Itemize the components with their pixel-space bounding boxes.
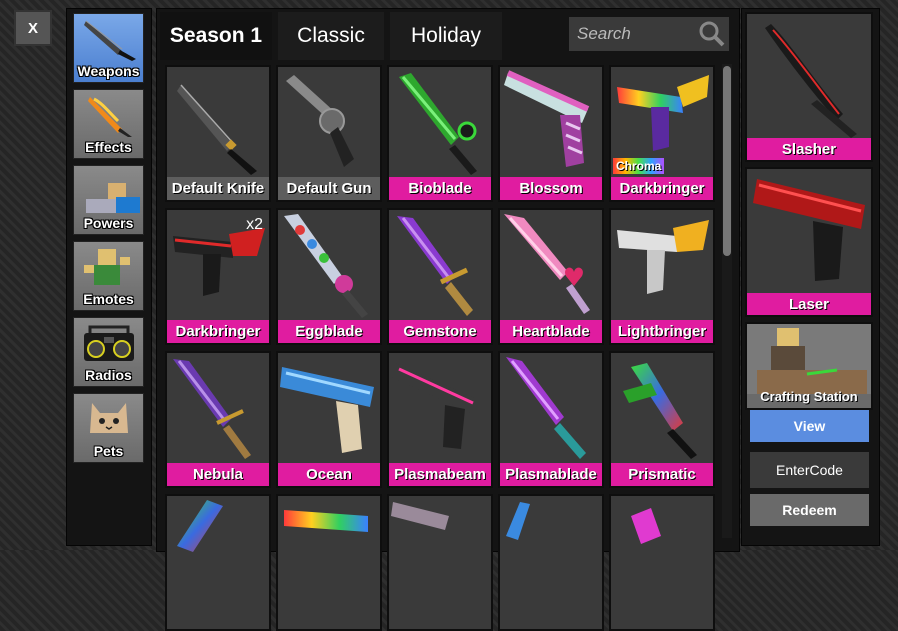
powers-icon	[86, 183, 140, 213]
rainbow-blade-icon	[177, 500, 223, 552]
category-label: Radios	[85, 367, 132, 383]
eggblade-icon	[284, 214, 368, 318]
rainbow-knife-icon	[284, 510, 368, 532]
item-card[interactable]: Eggblade	[276, 208, 382, 345]
item-name: Heartblade	[500, 320, 602, 343]
crafting-station-card[interactable]: Crafting Station	[745, 322, 873, 410]
plasmabeam-gun-icon	[391, 363, 477, 449]
item-card[interactable]: Default Knife	[165, 65, 271, 202]
lightbringer-gun-icon	[617, 220, 709, 294]
item-name: Nebula	[167, 463, 269, 486]
close-button[interactable]: X	[14, 10, 52, 46]
crafting-station-icon	[747, 324, 871, 394]
category-weapons[interactable]: Weapons	[73, 13, 144, 83]
item-name: Darkbringer	[167, 320, 269, 343]
equipped-gun-card[interactable]: Laser	[745, 167, 873, 317]
item-card[interactable]: Gemstone	[387, 208, 493, 345]
item-name: Plasmablade	[500, 463, 602, 486]
tab-holiday[interactable]: Holiday	[390, 12, 502, 60]
item-card[interactable]: Lightbringer	[609, 208, 715, 345]
category-label: Powers	[83, 215, 134, 231]
item-name: Ocean	[278, 463, 380, 486]
laser-gun-icon	[753, 179, 865, 281]
item-card[interactable]: Blossom	[498, 65, 604, 202]
search-input[interactable]	[569, 17, 695, 51]
category-powers[interactable]: Powers	[73, 165, 144, 235]
item-name: Lightbringer	[611, 320, 713, 343]
emote-figure-icon	[84, 249, 130, 285]
redeem-button[interactable]: Redeem	[750, 494, 869, 526]
item-name: Default Knife	[167, 177, 269, 200]
item-card[interactable]: Default Gun	[276, 65, 382, 202]
item-card[interactable]: Prismatic	[609, 351, 715, 488]
enter-code-field[interactable]: EnterCode	[750, 452, 869, 488]
item-card[interactable]	[165, 494, 271, 631]
equipped-knife-card[interactable]: Slasher	[745, 12, 873, 162]
fire-knife-icon	[88, 97, 132, 137]
item-card[interactable]: Chroma Darkbringer	[609, 65, 715, 202]
gray-blade-icon	[391, 502, 449, 530]
item-card[interactable]: Plasmablade	[498, 351, 604, 488]
category-label: Pets	[93, 443, 124, 459]
heartblade-icon	[504, 214, 590, 314]
boombox-icon	[84, 325, 134, 361]
item-name: Eggblade	[278, 320, 380, 343]
item-card[interactable]: x2 Darkbringer	[165, 208, 271, 345]
item-name: Plasmabeam	[389, 463, 491, 486]
inventory-scrollbar[interactable]	[722, 64, 732, 538]
knife-icon	[177, 84, 257, 175]
item-name: Gemstone	[389, 320, 491, 343]
rainbow-sword-icon	[631, 508, 661, 544]
nebula-sword-icon	[173, 359, 251, 459]
tab-season-1[interactable]: Season 1	[160, 12, 272, 60]
prismatic-blade-icon	[623, 363, 697, 459]
cat-pet-icon	[90, 403, 128, 433]
item-count: x2	[246, 216, 263, 233]
revolver-icon	[286, 75, 354, 167]
tab-classic[interactable]: Classic	[278, 12, 384, 60]
item-name: Blossom	[500, 177, 602, 200]
bioblade-icon	[399, 73, 477, 175]
ice-blade-icon	[506, 502, 530, 540]
item-name: Prismatic	[611, 463, 713, 486]
plasmablade-icon	[506, 357, 586, 459]
category-label: Emotes	[83, 291, 134, 307]
item-card[interactable]	[609, 494, 715, 631]
item-card[interactable]	[276, 494, 382, 631]
equipped-knife-name: Slasher	[747, 138, 871, 160]
search-icon[interactable]	[698, 20, 726, 48]
item-name: Bioblade	[389, 177, 491, 200]
category-radios[interactable]: Radios	[73, 317, 144, 387]
category-emotes[interactable]: Emotes	[73, 241, 144, 311]
category-label: Weapons	[77, 63, 140, 79]
view-button[interactable]: View	[750, 410, 869, 442]
item-name: Darkbringer	[611, 177, 713, 200]
ocean-gun-icon	[280, 367, 374, 453]
equipped-gun-name: Laser	[747, 293, 871, 315]
gemstone-sword-icon	[397, 216, 473, 316]
item-card[interactable]	[387, 494, 493, 631]
slasher-knife-icon	[765, 24, 857, 138]
item-card[interactable]: Ocean	[276, 351, 382, 488]
item-name: Default Gun	[278, 177, 380, 200]
crafting-label: Crafting Station	[760, 388, 858, 404]
item-card[interactable]: Bioblade	[387, 65, 493, 202]
category-effects[interactable]: Effects	[73, 89, 144, 159]
item-card[interactable]: Heartblade	[498, 208, 604, 345]
category-pets[interactable]: Pets	[73, 393, 144, 463]
search-box	[569, 17, 729, 51]
chroma-badge: Chroma	[613, 158, 665, 174]
knife-icon	[84, 20, 136, 61]
item-card[interactable]: Nebula	[165, 351, 271, 488]
category-label: Effects	[85, 139, 132, 155]
blossom-gun-icon	[504, 70, 590, 167]
item-card[interactable]: Plasmabeam	[387, 351, 493, 488]
scrollbar-thumb[interactable]	[723, 66, 731, 256]
item-card[interactable]	[498, 494, 604, 631]
